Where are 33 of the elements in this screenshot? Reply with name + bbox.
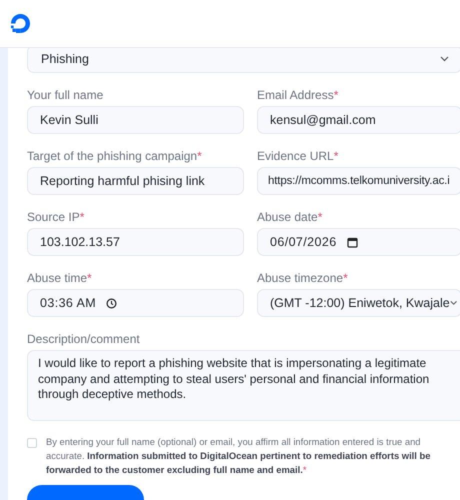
field-value: kensul@gmail.com xyxy=(270,113,376,127)
required-mark: * xyxy=(197,149,202,163)
field-label: Abuse time xyxy=(27,271,88,285)
input-field[interactable]: 103.102.13.57 xyxy=(27,228,244,256)
input-field[interactable]: kensul@gmail.com xyxy=(257,106,460,134)
field-label: Target of the phishing campaign xyxy=(27,149,198,163)
input-field[interactable]: https://mcomms.telkomuniversity.ac.i xyxy=(257,167,460,195)
input-field[interactable]: Kevin Sulli xyxy=(27,106,244,134)
description-field[interactable]: I would like to report a phishing website that is impersonating a legitimate company and attempting to steal users' personal and financial information through deceptive methods. xyxy=(27,350,460,421)
field-value: Kevin Sulli xyxy=(40,113,98,127)
required-mark: * xyxy=(343,271,348,285)
field-label: Abuse date xyxy=(257,210,318,224)
date-field[interactable]: 06/07/2026 xyxy=(257,228,460,256)
field-label: Evidence URL xyxy=(257,149,334,163)
required-mark: * xyxy=(87,271,92,285)
field-label: Source IP xyxy=(27,210,80,224)
required-mark: * xyxy=(334,88,338,102)
field-label: Your full name xyxy=(27,88,104,102)
timezone-select[interactable]: (GMT -12:00) Eniwetok, Kwajale xyxy=(257,289,460,317)
required-mark: * xyxy=(334,149,338,163)
required-mark: * xyxy=(80,210,84,224)
field-value: Reporting harmful phising link xyxy=(40,174,205,188)
required-mark: * xyxy=(318,210,322,224)
time-field[interactable]: 03:36 AM xyxy=(27,289,244,317)
consent-text: By entering your full name (optional) or email, you affirm all information entered is true and accurate. Information submitted to DigitalOcean pertinent to remediation efforts will be forwarded to the customer excluding full name and email.* xyxy=(46,435,432,477)
field-label: Description/comment xyxy=(27,332,140,346)
field-label: Email Address xyxy=(257,88,334,102)
input-field[interactable]: Reporting harmful phising link xyxy=(27,167,244,195)
required-mark: * xyxy=(302,464,306,475)
field-value: 103.102.13.57 xyxy=(40,235,120,249)
type-select[interactable]: Phishing xyxy=(27,48,460,73)
field-value: https://mcomms.telkomuniversity.ac.i xyxy=(268,175,450,187)
field-label: Abuse timezone xyxy=(257,271,344,285)
